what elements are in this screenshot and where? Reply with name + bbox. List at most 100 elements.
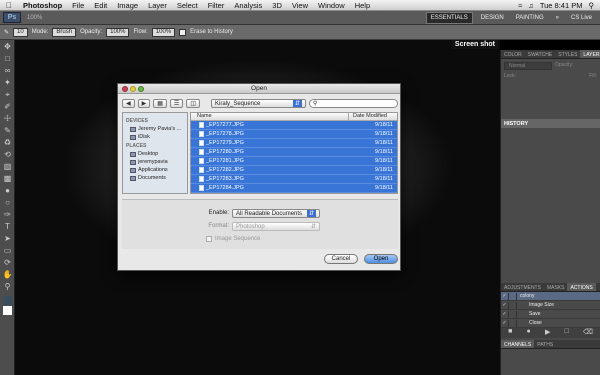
- marquee-tool-icon[interactable]: □: [2, 54, 13, 64]
- eyedropper-tool-icon[interactable]: ✐: [2, 102, 13, 112]
- minimize-window-icon[interactable]: [130, 86, 136, 92]
- history-brush-tool-icon[interactable]: ⟲: [2, 150, 13, 160]
- tool-preset-icon[interactable]: ✎: [4, 29, 9, 36]
- menu-filter[interactable]: Filter: [203, 1, 230, 10]
- file-list[interactable]: Name Date Modified _EP17277.JPG 9/18/11 _…: [190, 112, 398, 194]
- action-check-icon[interactable]: ✓: [501, 319, 509, 327]
- action-dialog-toggle[interactable]: [509, 310, 517, 318]
- healing-brush-tool-icon[interactable]: ☩: [2, 114, 13, 124]
- menu-view[interactable]: View: [287, 1, 313, 10]
- zoom-tool-icon[interactable]: ⚲: [2, 282, 13, 292]
- sidebar-item-applications[interactable]: Applications: [130, 167, 184, 173]
- cs-live[interactable]: CS Live: [567, 13, 596, 23]
- cancel-button[interactable]: Cancel: [324, 254, 358, 264]
- dodge-tool-icon[interactable]: ○: [2, 198, 13, 208]
- zoom-window-icon[interactable]: [138, 86, 144, 92]
- background-color-swatch[interactable]: [3, 306, 12, 315]
- workspace-design[interactable]: DESIGN: [477, 13, 508, 23]
- zoom-level[interactable]: 100%: [27, 15, 42, 21]
- folder-popup[interactable]: Kiraly_Sequence ⇵: [210, 99, 306, 108]
- action-step[interactable]: ✓ Close: [501, 319, 600, 328]
- blend-mode-select[interactable]: Normal: [504, 62, 552, 70]
- list-view-icon[interactable]: ☰: [169, 99, 184, 108]
- back-icon[interactable]: ◀: [122, 99, 135, 108]
- clock[interactable]: Tue 8:41 PM: [540, 1, 583, 10]
- menu-select[interactable]: Select: [172, 1, 203, 10]
- erase-history-checkbox[interactable]: [179, 28, 187, 36]
- crop-tool-icon[interactable]: ⌖: [2, 90, 13, 100]
- apple-icon[interactable]: : [0, 1, 18, 10]
- workspace-more-icon[interactable]: »: [552, 13, 563, 23]
- action-step[interactable]: ✓ Image Size: [501, 301, 600, 310]
- tab-channels[interactable]: CHANNELS: [501, 340, 535, 348]
- brush-size[interactable]: 10: [13, 27, 28, 37]
- action-check-icon[interactable]: ✓: [501, 292, 509, 300]
- open-button[interactable]: Open: [364, 254, 398, 264]
- image-sequence-checkbox[interactable]: [206, 236, 212, 242]
- document-title[interactable]: Screen shot: [451, 40, 498, 49]
- dialog-titlebar[interactable]: Open: [118, 84, 400, 94]
- path-selection-tool-icon[interactable]: ➤: [2, 234, 13, 244]
- sidebar-item-documents[interactable]: Documents: [130, 175, 184, 181]
- sidebar-item-home[interactable]: jeremypavia: [130, 159, 184, 165]
- workspace-painting[interactable]: PAINTING: [512, 13, 548, 23]
- history-panel-header[interactable]: HISTORY: [501, 119, 600, 128]
- shape-tool-icon[interactable]: ▭: [2, 246, 13, 256]
- eraser-tool-icon[interactable]: ▧: [2, 162, 13, 172]
- workspace-essentials[interactable]: ESSENTIALS: [425, 11, 473, 24]
- sidebar-item-computer[interactable]: Jeremy Pavia's ...: [130, 126, 184, 132]
- mode-select[interactable]: Brush: [52, 27, 77, 37]
- brush-tool-icon[interactable]: ✎: [2, 126, 13, 136]
- enable-select[interactable]: All Readable Documents ⇵: [232, 208, 320, 218]
- action-set[interactable]: ✓ colony: [501, 292, 600, 301]
- action-check-icon[interactable]: ✓: [501, 310, 509, 318]
- tab-paths[interactable]: PATHS: [534, 340, 556, 348]
- magic-wand-tool-icon[interactable]: ✦: [2, 78, 13, 88]
- hand-tool-icon[interactable]: ✋: [2, 270, 13, 280]
- record-icon[interactable]: ●: [527, 328, 531, 338]
- type-tool-icon[interactable]: T: [2, 222, 13, 232]
- action-dialog-toggle[interactable]: [509, 292, 517, 300]
- 3d-rotate-tool-icon[interactable]: ⟳: [2, 258, 13, 268]
- format-select[interactable]: Photoshop ⇵: [232, 221, 320, 231]
- menu-image[interactable]: Image: [112, 1, 143, 10]
- new-set-icon[interactable]: □: [565, 328, 569, 338]
- stop-icon[interactable]: ■: [508, 328, 512, 338]
- sidebar-item-idisk[interactable]: iDisk: [130, 134, 184, 140]
- action-dialog-toggle[interactable]: [509, 301, 517, 309]
- search-input[interactable]: ⚲: [308, 99, 398, 108]
- menu-3d[interactable]: 3D: [267, 1, 287, 10]
- tab-layers[interactable]: LAYERS: [580, 50, 600, 58]
- file-row[interactable]: _EP17284.JPG 9/18/11: [191, 184, 397, 193]
- volume-icon[interactable]: ♫: [528, 1, 534, 10]
- menu-edit[interactable]: Edit: [89, 1, 112, 10]
- spotlight-icon[interactable]: ⚲: [589, 1, 595, 10]
- clone-stamp-tool-icon[interactable]: ♻: [2, 138, 13, 148]
- foreground-color-swatch[interactable]: [3, 296, 12, 305]
- tab-styles[interactable]: STYLES: [555, 50, 580, 58]
- lasso-tool-icon[interactable]: ∞: [2, 66, 13, 76]
- action-dialog-toggle[interactable]: [509, 319, 517, 327]
- close-window-icon[interactable]: [122, 86, 128, 92]
- sidebar-item-desktop[interactable]: Desktop: [130, 151, 184, 157]
- move-tool-icon[interactable]: ✥: [2, 42, 13, 52]
- play-icon[interactable]: ▶: [545, 328, 550, 338]
- tab-color[interactable]: COLOR: [501, 50, 525, 58]
- icon-view-icon[interactable]: ▦: [153, 99, 167, 108]
- menu-window[interactable]: Window: [313, 1, 350, 10]
- menu-file[interactable]: File: [67, 1, 89, 10]
- action-check-icon[interactable]: ✓: [501, 301, 509, 309]
- tab-swatches[interactable]: SWATCHE: [525, 50, 555, 58]
- column-view-icon[interactable]: ◫: [186, 99, 200, 108]
- trash-icon[interactable]: ⌫: [583, 328, 593, 338]
- wifi-icon[interactable]: ≈: [518, 1, 522, 10]
- menu-analysis[interactable]: Analysis: [229, 1, 267, 10]
- gradient-tool-icon[interactable]: ▩: [2, 174, 13, 184]
- pen-tool-icon[interactable]: ✑: [2, 210, 13, 220]
- blur-tool-icon[interactable]: ●: [2, 186, 13, 196]
- flow-field[interactable]: 100%: [151, 27, 176, 37]
- menu-layer[interactable]: Layer: [143, 1, 172, 10]
- action-step[interactable]: ✓ Save: [501, 310, 600, 319]
- column-name[interactable]: Name: [191, 113, 349, 120]
- tab-masks[interactable]: MASKS: [544, 283, 568, 291]
